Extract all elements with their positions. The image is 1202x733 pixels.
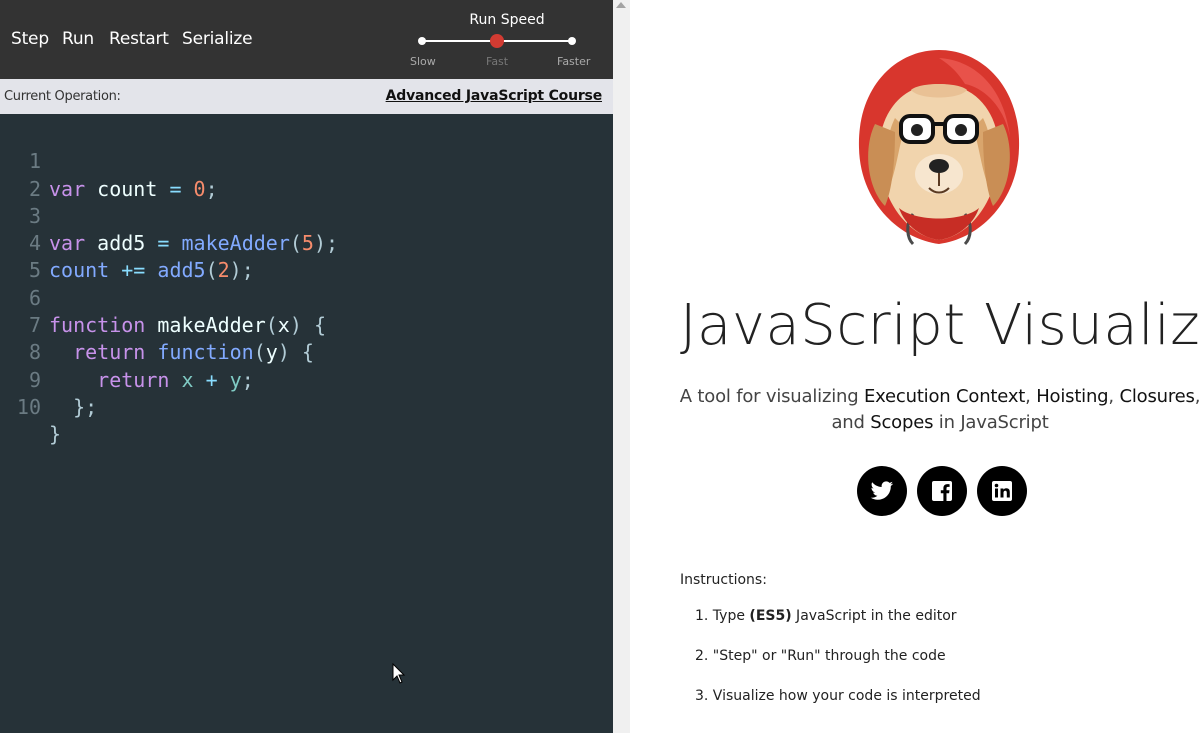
instruction-text: JavaScript in the editor <box>791 608 957 624</box>
code-text[interactable]: } <box>49 421 61 448</box>
code-line[interactable]: 7 return function(y) { <box>0 285 613 364</box>
scroll-up-arrow-icon[interactable] <box>616 2 626 8</box>
dog-in-red-hoodie-logo <box>858 50 1020 246</box>
line-number: 10 <box>16 394 41 419</box>
code-line[interactable]: 5 <box>0 230 613 282</box>
twitter-icon <box>870 481 894 500</box>
facebook-button[interactable] <box>917 466 967 516</box>
code-line[interactable]: 3 var add5 = makeAdder(5); <box>0 176 613 255</box>
current-operation-label: Current Operation: <box>4 89 121 104</box>
tagline-term-execution-context: Execution Context <box>863 386 1026 407</box>
instruction-text: 1. Type <box>695 608 750 624</box>
mouse-pointer-icon <box>392 663 406 684</box>
tagline: A tool for visualizing Execution Context… <box>670 384 1202 436</box>
step-button[interactable]: Step <box>11 28 49 50</box>
instruction-item: 2. "Step" or "Run" through the code <box>695 648 946 664</box>
serialize-button[interactable]: Serialize <box>182 28 253 50</box>
code-line[interactable]: 10 } <box>0 367 613 446</box>
tagline-term-scopes: Scopes <box>870 412 934 433</box>
speed-stop-slow[interactable] <box>418 37 426 45</box>
tagline-term-closures: Closures <box>1119 386 1195 407</box>
speed-label-faster: Faster <box>557 55 591 68</box>
code-line[interactable]: 8 return x + y; <box>0 312 613 391</box>
intro-pane: JavaScript Visualizer A tool for visuali… <box>630 0 1202 733</box>
toolbar: Step Run Restart Serialize Run Speed Slo… <box>0 0 613 79</box>
linkedin-icon <box>992 481 1012 501</box>
instructions-heading: Instructions: <box>680 572 767 588</box>
linkedin-button[interactable] <box>977 466 1027 516</box>
run-speed-title: Run Speed <box>469 12 545 28</box>
code-editor[interactable]: 1 var count = 0; 2 3 var add5 = makeAdde… <box>0 121 613 446</box>
speed-label-fast: Fast <box>486 55 509 68</box>
twitter-button[interactable] <box>857 466 907 516</box>
tagline-text: and <box>831 412 871 433</box>
speed-slider-handle[interactable] <box>490 34 504 48</box>
instruction-item: 3. Visualize how your code is interprete… <box>695 688 981 704</box>
code-line[interactable]: 2 <box>0 148 613 201</box>
speed-stop-faster[interactable] <box>568 37 576 45</box>
code-line[interactable]: 9 }; <box>0 339 613 419</box>
pane-scrollbar[interactable] <box>613 0 630 733</box>
tagline-separator: , <box>1108 386 1120 407</box>
code-line[interactable]: 1 var count = 0; <box>0 121 613 200</box>
code-line[interactable]: 6 function makeAdder(x) { <box>0 257 613 337</box>
editor-pane: Step Run Restart Serialize Run Speed Slo… <box>0 0 613 733</box>
instruction-item: 1. Type (ES5) JavaScript in the editor <box>695 608 957 624</box>
restart-button[interactable]: Restart <box>109 28 169 50</box>
tagline-separator: , <box>1025 386 1037 407</box>
tagline-term-hoisting: Hoisting <box>1036 386 1109 407</box>
speed-label-slow: Slow <box>410 55 436 68</box>
current-operation-bar: Current Operation: Advanced JavaScript C… <box>0 79 613 114</box>
facebook-icon <box>932 481 952 501</box>
tagline-separator: , <box>1194 386 1201 407</box>
instruction-emphasis: (ES5) <box>749 608 792 624</box>
code-line[interactable]: 4 count += add5(2); <box>0 203 613 282</box>
tagline-text: in JavaScript <box>933 412 1049 433</box>
tagline-text: A tool for visualizing <box>679 386 864 407</box>
run-button[interactable]: Run <box>62 28 94 50</box>
page-title: JavaScript Visualizer <box>680 293 1202 358</box>
advanced-course-link[interactable]: Advanced JavaScript Course <box>386 88 603 104</box>
